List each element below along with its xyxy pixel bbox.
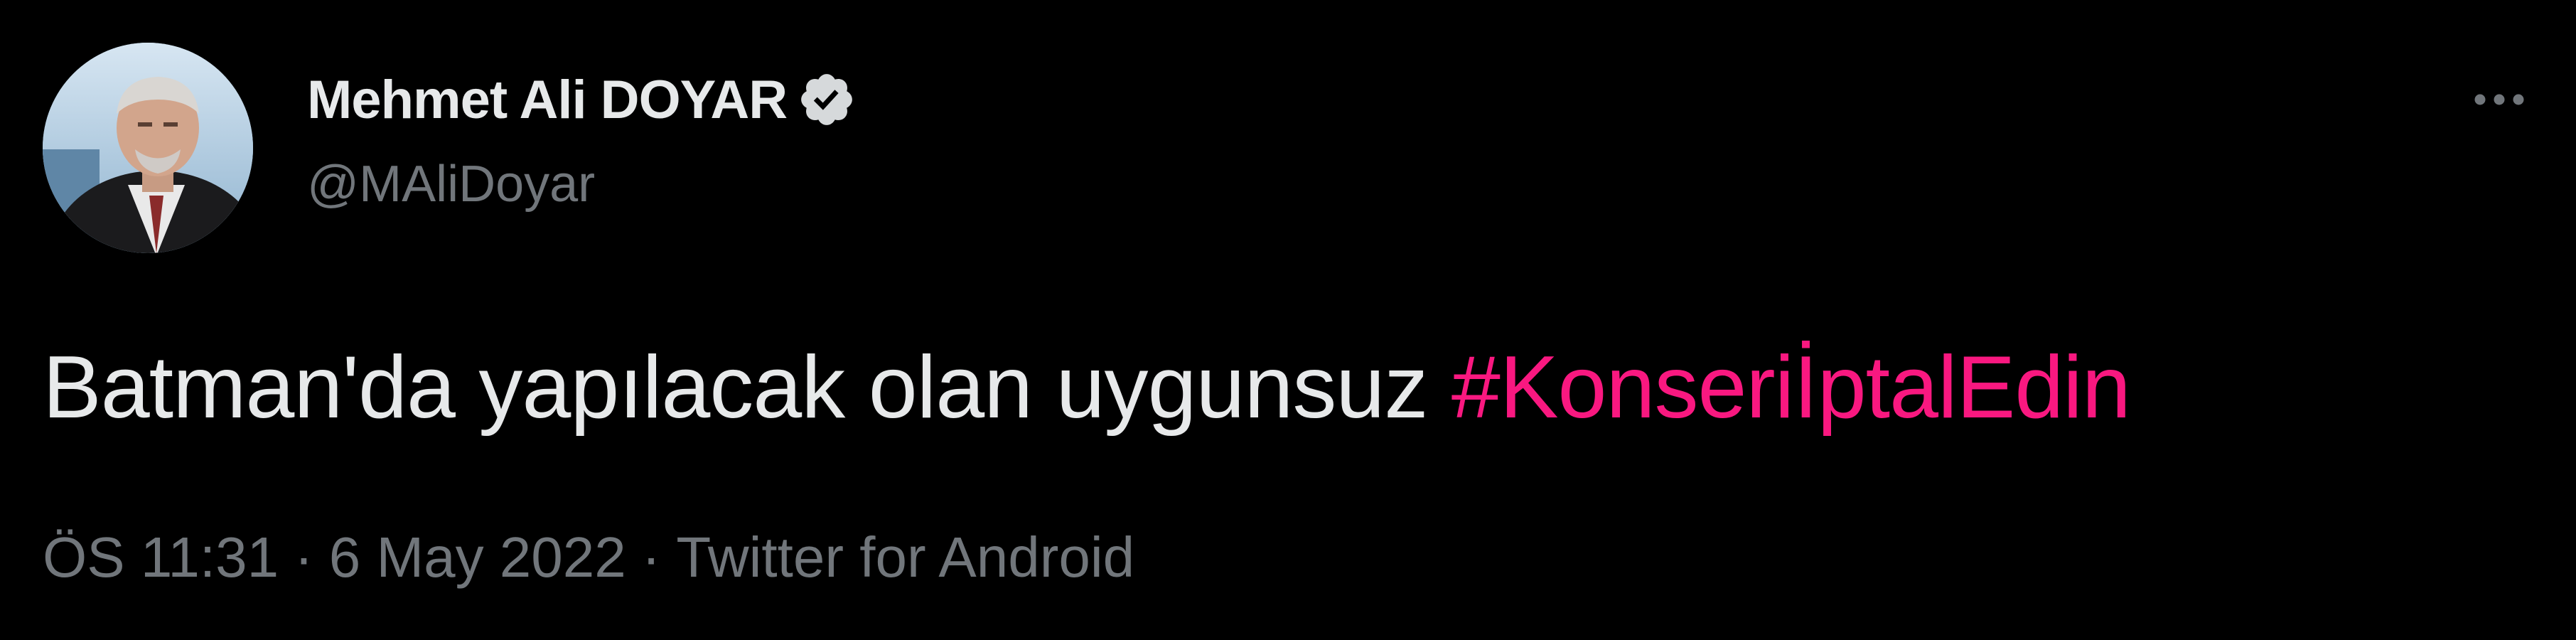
tweet-source[interactable]: Twitter for Android [676,525,1134,590]
author-name-row: Mehmet Ali DOYAR [307,65,857,134]
tweet-date[interactable]: 6 May 2022 [329,525,626,590]
verified-badge-icon [797,70,857,129]
tweet-metadata: ÖS 11:31 · 6 May 2022 · Twitter for Andr… [43,525,1134,590]
tweet-card: Mehmet Ali DOYAR @MAliDoyar Batman'da ya… [0,0,2576,640]
hashtag-link[interactable]: #KonseriİptalEdin [1451,338,2131,437]
tweet-body-text: Batman'da yapılacak olan uygunsuz [43,338,1451,437]
more-options-button[interactable] [2465,71,2533,128]
meta-separator: · [294,526,313,589]
author-display-name[interactable]: Mehmet Ali DOYAR [307,69,788,131]
profile-photo-icon [43,43,253,253]
meta-separator: · [641,526,661,589]
author-handle[interactable]: @MAliDoyar [307,155,595,213]
more-horizontal-icon [2474,94,2524,105]
tweet-text: Batman'da yapılacak olan uygunsuz #Konse… [43,334,2131,441]
author-avatar[interactable] [43,43,253,253]
tweet-time[interactable]: ÖS 11:31 [43,525,279,590]
